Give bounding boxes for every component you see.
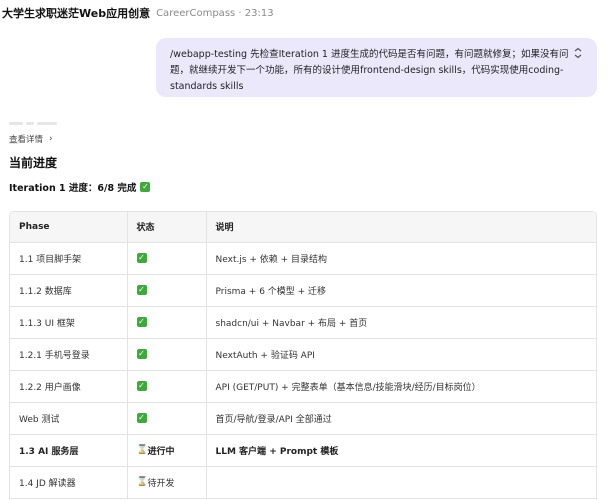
table-row: 1.4 JD 解读器 ⌛ 待开发 (10, 466, 596, 499)
top-bar: 大学生求职迷茫Web应用创意 CareerCompass · 23:13 (0, 0, 615, 26)
progress-table: Phase 状态 说明 1.1 项目脚手架 ✓ Next.js + 依赖 + 目录结… (9, 211, 597, 500)
hourglass-icon: ⌛ (136, 445, 148, 455)
check-icon: ✓ (136, 381, 147, 391)
iteration-progress: Iteration 1 进度：6/8 完成 ✓ (9, 180, 151, 194)
phase-cell: 1.1 项目脚手架 (10, 242, 128, 275)
table-row: 1.2.2 用户画像 ✓ API (GET/PUT) + 完整表单（基本信息/技能滑… (10, 370, 596, 403)
phase-cell: 1.1.3 UI 框架 (10, 306, 128, 339)
status-cell: ✓ (127, 306, 207, 339)
table-row: Web 测试 ✓ 首页/导航/登录/API 全部通过 (10, 402, 596, 435)
table-row: 1.3 AI 服务层 ⌛ 进行中 LLM 客户端 + Prompt 模板 (10, 434, 596, 467)
description-cell: Next.js + 依赖 + 目录结构 (206, 242, 596, 275)
status-cell: ✓ (127, 338, 207, 371)
description-cell: 首页/导航/登录/API 全部通过 (206, 402, 596, 435)
chevron-collapse-icon[interactable] (573, 47, 583, 59)
user-message-text: /webapp-testing 先检查Iteration 1 进度生成的代码是否… (170, 49, 569, 92)
iteration-progress-text: Iteration 1 进度：6/8 完成 (9, 183, 137, 194)
description-cell: Prisma + 6 个模型 + 迁移 (206, 274, 596, 307)
description-cell: NextAuth + 验证码 API (206, 338, 596, 371)
status-cell: ✓ (127, 370, 207, 403)
column-header-status: 状态 (127, 212, 207, 243)
view-details-label: 查看详情 (9, 135, 44, 145)
status-text: 待开发 (147, 478, 175, 489)
faded-placeholder (9, 113, 71, 144)
check-icon: ✓ (136, 413, 147, 423)
check-icon: ✓ (140, 182, 151, 192)
phase-cell: 1.2.2 用户画像 (10, 370, 128, 403)
check-icon: ✓ (136, 285, 147, 295)
table-row: 1.2.1 手机号登录 ✓ NextAuth + 验证码 API (10, 338, 596, 371)
status-cell: ⌛ 进行中 (127, 434, 207, 467)
status-cell: ✓ (127, 242, 207, 275)
table-header-row: Phase 状态 说明 (10, 212, 596, 243)
phase-cell: 1.1.2 数据库 (10, 274, 128, 307)
column-header-phase: Phase (10, 212, 128, 243)
view-details-link[interactable]: 查看详情 › (9, 133, 53, 145)
table-row: 1.1.3 UI 框架 ✓ shadcn/ui + Navbar + 布局 + 首页 (10, 306, 596, 339)
description-cell (206, 466, 596, 499)
hourglass-icon: ⌛ (136, 477, 148, 487)
status-cell: ✓ (127, 402, 207, 435)
column-header-description: 说明 (206, 212, 596, 243)
description-cell: API (GET/PUT) + 完整表单（基本信息/技能滑块/经历/目标岗位） (206, 370, 596, 403)
status-text: 进行中 (147, 446, 175, 457)
chevron-right-icon: › (49, 134, 53, 144)
phase-cell: 1.4 JD 解读器 (10, 466, 128, 499)
user-message-bubble: /webapp-testing 先检查Iteration 1 进度生成的代码是否… (156, 38, 597, 97)
table-row: 1.1.2 数据库 ✓ Prisma + 6 个模型 + 迁移 (10, 274, 596, 307)
check-icon: ✓ (136, 253, 147, 263)
check-icon: ✓ (136, 349, 147, 359)
phase-cell: Web 测试 (10, 402, 128, 435)
status-cell: ⌛ 待开发 (127, 466, 207, 499)
progress-heading: 当前进度 (9, 156, 58, 170)
description-cell: LLM 客户端 + Prompt 模板 (206, 434, 596, 467)
conversation-subtitle: CareerCompass · 23:13 (156, 7, 274, 19)
table-row: 1.1 项目脚手架 ✓ Next.js + 依赖 + 目录结构 (10, 242, 596, 275)
phase-cell: 1.3 AI 服务层 (10, 434, 128, 467)
status-cell: ✓ (127, 274, 207, 307)
conversation-title: 大学生求职迷茫Web应用创意 (2, 7, 151, 20)
phase-cell: 1.2.1 手机号登录 (10, 338, 128, 371)
check-icon: ✓ (136, 317, 147, 327)
description-cell: shadcn/ui + Navbar + 布局 + 首页 (206, 306, 596, 339)
